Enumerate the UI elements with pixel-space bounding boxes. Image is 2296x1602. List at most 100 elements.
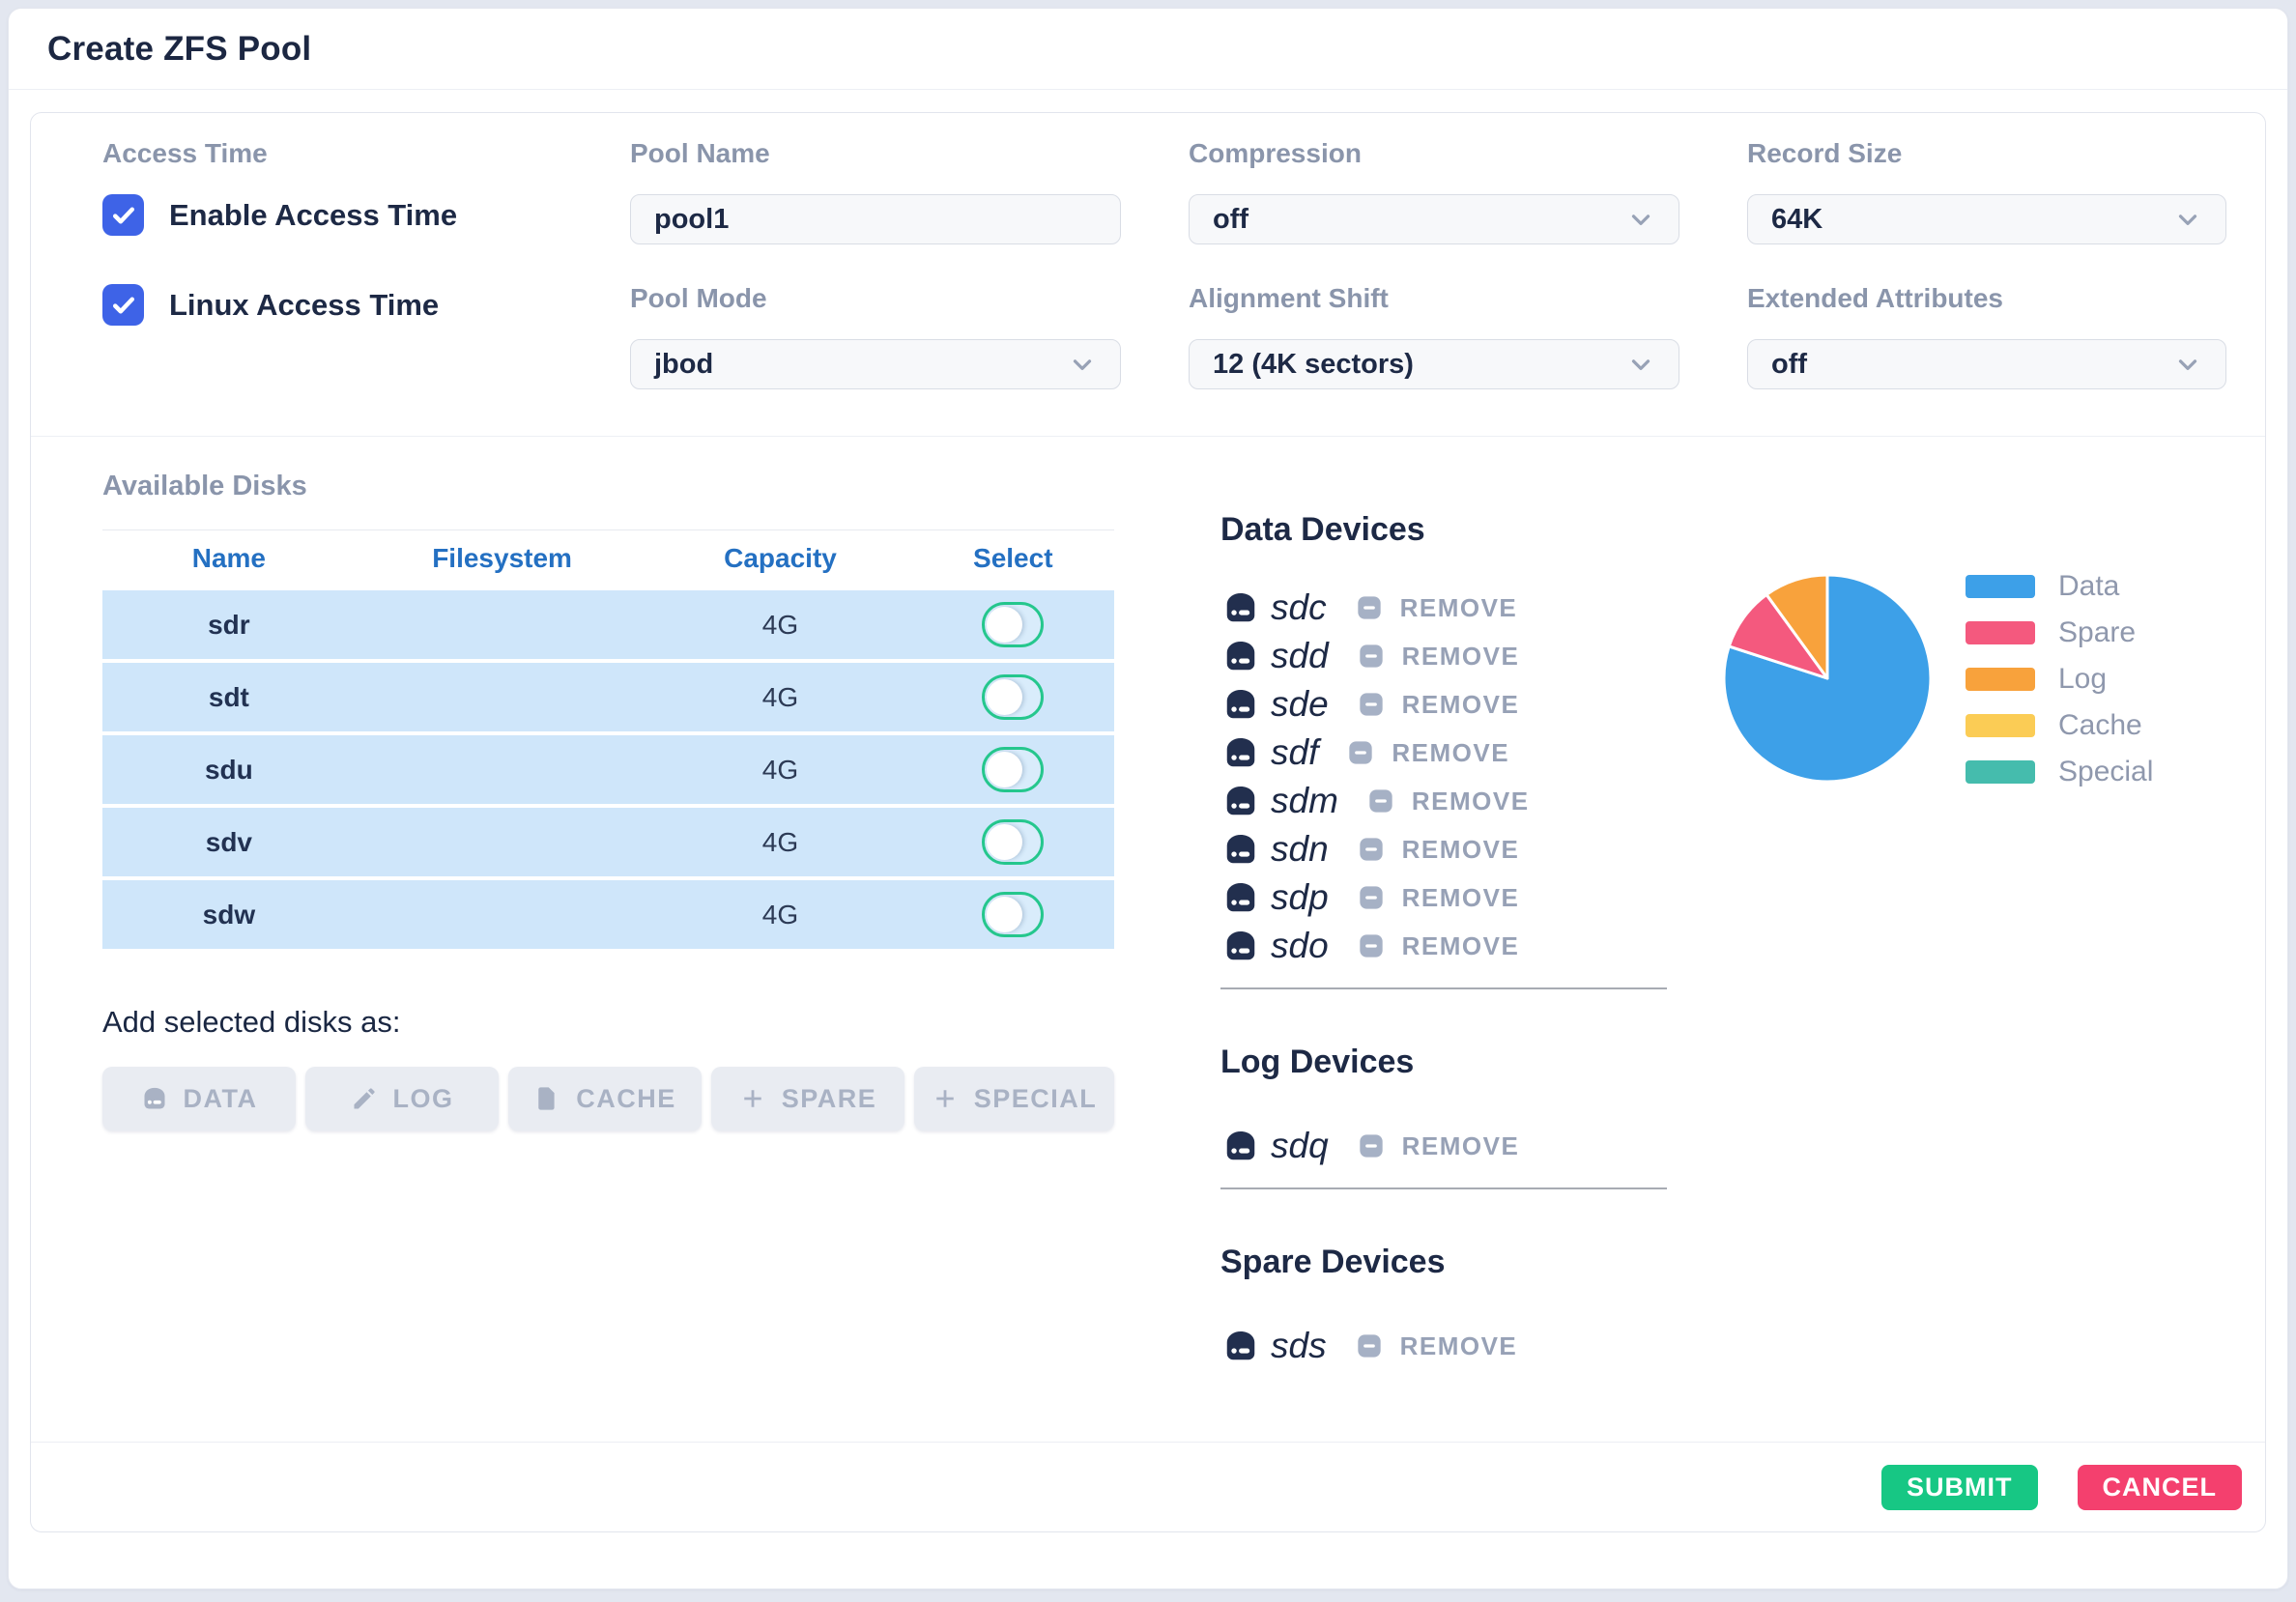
extended-attributes-field: Extended Attributes off — [1747, 283, 2226, 389]
disk-select-cell — [912, 819, 1114, 865]
data-devices-title: Data Devices — [1220, 511, 1675, 549]
page-title: Create ZFS Pool — [47, 30, 311, 69]
compression-select[interactable]: off — [1189, 194, 1679, 244]
remove-device-button[interactable]: REMOVE — [1358, 931, 1520, 961]
extended-attributes-value: off — [1771, 349, 1807, 381]
hard-drive-icon — [1220, 638, 1261, 674]
available-disks-title: Available Disks — [102, 471, 1114, 502]
data-devices-list: sdcREMOVEsddREMOVEsdeREMOVEsdfREMOVEsdmR… — [1220, 587, 1675, 966]
chevron-down-icon — [2173, 205, 2202, 234]
record-size-select[interactable]: 64K — [1747, 194, 2226, 244]
pool-mode-value: jbod — [654, 349, 713, 381]
extended-attributes-label: Extended Attributes — [1747, 283, 2226, 314]
disk-select-toggle[interactable] — [982, 602, 1044, 647]
legend-swatch — [1966, 714, 2035, 737]
linux-access-time-label: Linux Access Time — [169, 288, 439, 323]
disk-select-toggle[interactable] — [982, 892, 1044, 937]
pie-chart — [1721, 572, 1934, 785]
remove-device-button[interactable]: REMOVE — [1358, 690, 1520, 720]
disks-and-devices-section: Available Disks NameFilesystemCapacitySe… — [31, 437, 2265, 1442]
disk-select-toggle[interactable] — [982, 747, 1044, 792]
disk-name: sdr — [102, 610, 356, 641]
pool-name-input-wrap — [630, 194, 1121, 244]
disk-name: sdw — [102, 900, 356, 930]
legend-label: Cache — [2058, 709, 2142, 742]
minus-square-icon — [1356, 594, 1383, 621]
add-as-log-button[interactable]: LOG — [305, 1067, 499, 1130]
legend-item-cache: Cache — [1966, 714, 2153, 737]
legend-item-spare: Spare — [1966, 621, 2153, 644]
disk-select-cell — [912, 747, 1114, 792]
remove-device-button[interactable]: REMOVE — [1358, 1131, 1520, 1161]
hard-drive-icon — [1220, 928, 1261, 964]
legend-label: Special — [2058, 756, 2153, 788]
available-disks-header: NameFilesystemCapacitySelect — [102, 530, 1114, 586]
minus-square-icon — [1358, 691, 1385, 718]
chevron-down-icon — [1626, 205, 1655, 234]
table-row: sdv4G — [102, 808, 1114, 876]
device-name: sdd — [1271, 636, 1329, 676]
chevron-down-icon — [2173, 350, 2202, 379]
pencil-icon — [351, 1085, 378, 1112]
divider — [1220, 987, 1667, 989]
add-as-button-label: CACHE — [576, 1084, 676, 1114]
add-as-cache-button[interactable]: CACHE — [508, 1067, 702, 1130]
available-disks-panel: Available Disks NameFilesystemCapacitySe… — [102, 471, 1114, 1130]
remove-device-button[interactable]: REMOVE — [1356, 593, 1518, 623]
compression-value: off — [1213, 204, 1248, 236]
remove-device-button[interactable]: REMOVE — [1347, 738, 1509, 768]
device-row: sdpREMOVE — [1220, 877, 1675, 918]
disk-name: sdt — [102, 682, 356, 713]
dialog-header: Create ZFS Pool — [9, 9, 2287, 90]
record-size-label: Record Size — [1747, 138, 2226, 169]
table-row: sdw4G — [102, 880, 1114, 949]
log-devices-title: Log Devices — [1220, 1044, 1675, 1081]
dialog-footer: SUBMIT CANCEL — [31, 1442, 2265, 1531]
remove-device-button[interactable]: REMOVE — [1358, 642, 1520, 672]
remove-device-button[interactable]: REMOVE — [1358, 835, 1520, 865]
disk-select-cell — [912, 892, 1114, 937]
device-row: sdoREMOVE — [1220, 926, 1675, 966]
disk-capacity: 4G — [648, 610, 911, 641]
toggle-knob — [987, 824, 1022, 860]
alignment-shift-select[interactable]: 12 (4K sectors) — [1189, 339, 1679, 389]
data-devices-section: Data Devices sdcREMOVEsddREMOVEsdeREMOVE… — [1220, 511, 1675, 989]
remove-device-button[interactable]: REMOVE — [1367, 787, 1530, 816]
add-as-button-label: DATA — [184, 1084, 258, 1114]
legend-item-special: Special — [1966, 760, 2153, 784]
pool-name-label: Pool Name — [630, 138, 1121, 169]
device-row: sdf REMOVE — [1220, 732, 1675, 773]
device-row: sdmREMOVE — [1220, 781, 1675, 821]
device-name: sdf — [1271, 732, 1318, 773]
disk-select-toggle[interactable] — [982, 819, 1044, 865]
hard-drive-icon — [1220, 831, 1261, 868]
chevron-down-icon — [1626, 350, 1655, 379]
device-row: sdcREMOVE — [1220, 587, 1675, 628]
add-as-spare-button[interactable]: SPARE — [711, 1067, 904, 1130]
table-row: sdr 4G — [102, 590, 1114, 659]
hard-drive-icon — [1220, 783, 1261, 819]
hard-drive-icon — [1220, 734, 1261, 771]
cancel-button[interactable]: CANCEL — [2078, 1465, 2243, 1510]
device-row: sdsREMOVE — [1220, 1326, 1675, 1366]
submit-button[interactable]: SUBMIT — [1881, 1465, 2038, 1510]
extended-attributes-select[interactable]: off — [1747, 339, 2226, 389]
legend-swatch — [1966, 668, 2035, 691]
remove-label: REMOVE — [1400, 593, 1518, 623]
add-as-special-button[interactable]: SPECIAL — [914, 1067, 1114, 1130]
pool-name-input[interactable] — [654, 204, 1097, 236]
pool-mode-select[interactable]: jbod — [630, 339, 1121, 389]
enable-access-time-checkbox[interactable]: Enable Access Time — [102, 194, 562, 236]
remove-device-button[interactable]: REMOVE — [1358, 883, 1520, 913]
disk-select-cell — [912, 602, 1114, 647]
linux-access-time-checkbox[interactable]: Linux Access Time — [102, 284, 562, 326]
create-zfs-pool-dialog: Create ZFS Pool Pool Name Compression of… — [8, 8, 2288, 1589]
record-size-value: 64K — [1771, 204, 1822, 236]
add-as-data-button[interactable]: DATA — [102, 1067, 296, 1130]
disk-select-toggle[interactable] — [982, 674, 1044, 720]
column-header: Filesystem — [356, 543, 649, 574]
column-header: Select — [912, 543, 1114, 574]
column-header: Name — [102, 543, 356, 574]
remove-device-button[interactable]: REMOVE — [1356, 1331, 1518, 1361]
legend-swatch — [1966, 621, 2035, 644]
